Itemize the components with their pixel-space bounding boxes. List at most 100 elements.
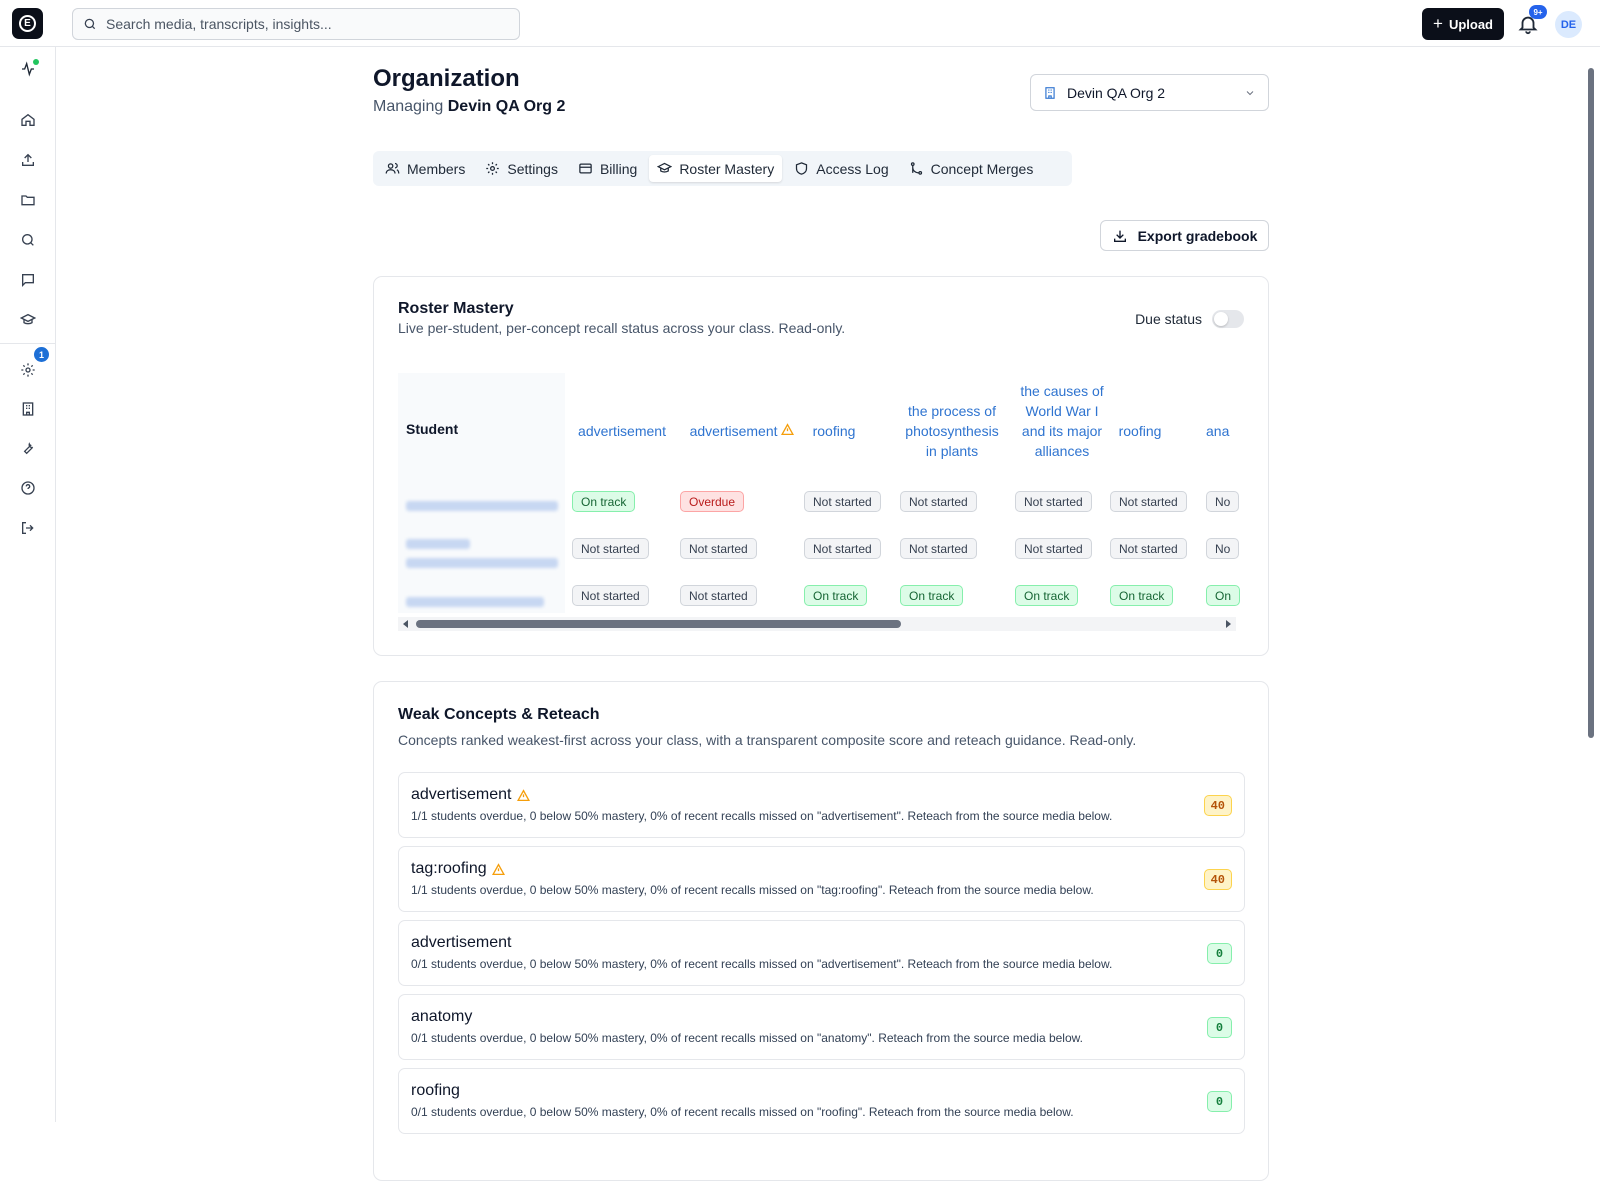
warning-icon <box>781 423 795 436</box>
card-icon <box>579 163 592 174</box>
chat-icon[interactable] <box>16 268 40 292</box>
concept-name-label: anatomy <box>411 1008 473 1025</box>
student-email-redacted[interactable] <box>406 558 558 568</box>
concept-name-label: advertisement <box>411 786 512 803</box>
concept-name: advertisement <box>411 786 530 804</box>
concept-name: advertisement <box>411 934 512 952</box>
concept-name: roofing <box>411 1082 460 1100</box>
concept-name-label: tag:roofing <box>411 860 487 877</box>
gear-icon[interactable] <box>16 358 40 382</box>
student-header: Student <box>406 421 459 437</box>
concept-description: 1/1 students overdue, 0 below 50% master… <box>411 883 1094 897</box>
sidebar: 1 <box>0 47 56 1122</box>
tab-members[interactable]: Members <box>377 155 473 182</box>
status-badge: On track <box>1015 585 1079 606</box>
concept-name: anatomy <box>411 1008 472 1026</box>
status-badge: On <box>1206 585 1241 606</box>
graduation-cap-icon[interactable] <box>16 308 40 332</box>
concept-name-label: advertisement <box>411 934 512 951</box>
grid-horizontal-scrollbar[interactable] <box>398 617 1236 631</box>
app-logo[interactable]: E <box>12 8 43 39</box>
status-badge: No <box>1206 491 1240 512</box>
tab-billing-label: Billing <box>599 160 638 177</box>
student-column <box>398 373 565 613</box>
tab-roster-mastery[interactable]: Roster Mastery <box>649 155 783 182</box>
concept-item[interactable]: roofing 0/1 students overdue, 0 below 50… <box>398 1068 1245 1134</box>
org-tabs: Members Settings Billing Roster Mastery … <box>373 151 1072 186</box>
roster-mastery-subtitle: Live per-student, per-concept recall sta… <box>398 320 846 336</box>
help-icon[interactable] <box>16 476 40 500</box>
sidebar-divider <box>0 343 56 344</box>
top-bar: E + Upload 9+ DE <box>0 0 1600 47</box>
upload-button[interactable]: + Upload <box>1422 8 1504 40</box>
scroll-left-icon[interactable] <box>403 620 408 628</box>
student-email-redacted[interactable] <box>406 597 544 607</box>
export-gradebook-button[interactable]: Export gradebook <box>1100 220 1269 251</box>
concept-description: 0/1 students overdue, 0 below 50% master… <box>411 1031 1083 1045</box>
grid-scrollbar-thumb[interactable] <box>416 620 901 628</box>
tab-concept-merges[interactable]: Concept Merges <box>901 155 1042 182</box>
page-scrollbar-thumb[interactable] <box>1588 68 1594 738</box>
search-input[interactable] <box>106 16 506 32</box>
concept-score-badge: 0 <box>1207 1017 1232 1038</box>
status-badge: Not started <box>680 538 757 559</box>
status-badge: On track <box>572 491 636 512</box>
wrench-icon[interactable] <box>16 436 40 460</box>
concept-column-header[interactable]: the process of photosynthesis in plants <box>900 401 1004 461</box>
tab-access-log[interactable]: Access Log <box>786 155 896 182</box>
building-icon <box>1045 86 1055 99</box>
concept-description: 1/1 students overdue, 0 below 50% master… <box>411 809 1113 823</box>
scroll-right-icon[interactable] <box>1226 620 1231 628</box>
home-icon[interactable] <box>16 108 40 132</box>
users-icon <box>385 162 400 174</box>
logout-icon[interactable] <box>16 516 40 540</box>
concept-score-badge: 40 <box>1203 869 1232 890</box>
concept-column-label: roofing <box>1118 423 1162 439</box>
upload-icon[interactable] <box>16 148 40 172</box>
gear-icon <box>486 162 500 175</box>
concept-column-header[interactable]: ana <box>1206 421 1246 441</box>
building-icon[interactable] <box>16 397 40 421</box>
org-selector[interactable]: Devin QA Org 2 <box>1030 74 1269 111</box>
student-email-redacted[interactable] <box>406 501 558 511</box>
concept-column-label: the process of photosynthesis in plants <box>905 403 999 459</box>
page-scrollbar[interactable] <box>1585 60 1597 1122</box>
folder-icon[interactable] <box>16 188 40 212</box>
concept-column-header[interactable]: advertisement <box>572 421 672 441</box>
concept-column-header[interactable]: the causes of World War I and its major … <box>1015 381 1109 461</box>
notification-badge: 9+ <box>1529 5 1547 19</box>
concept-column-header[interactable]: roofing <box>1110 421 1170 441</box>
concept-column-label: advertisement <box>578 423 666 439</box>
tab-billing[interactable]: Billing <box>570 155 645 182</box>
search-icon[interactable] <box>16 228 40 252</box>
status-badge: Not started <box>900 538 977 559</box>
student-email-redacted[interactable] <box>406 539 470 549</box>
due-status-toggle[interactable] <box>1212 310 1244 328</box>
concept-item[interactable]: tag:roofing 1/1 students overdue, 0 belo… <box>398 846 1245 912</box>
status-badge: Not started <box>1110 491 1187 512</box>
concept-column-label: advertisement <box>689 423 778 439</box>
logo-mark: E <box>19 15 36 32</box>
status-badge: Not started <box>572 585 649 606</box>
tab-roster-mastery-label: Roster Mastery <box>679 160 775 177</box>
concept-item[interactable]: advertisement 0/1 students overdue, 0 be… <box>398 920 1245 986</box>
weak-concepts-title: Weak Concepts & Reteach <box>398 706 600 723</box>
export-gradebook-label: Export gradebook <box>1137 227 1258 244</box>
merge-icon <box>910 162 922 175</box>
global-search[interactable] <box>72 8 520 40</box>
concept-column-header[interactable]: advertisement <box>680 421 804 441</box>
concept-item[interactable]: anatomy 0/1 students overdue, 0 below 50… <box>398 994 1245 1060</box>
avatar[interactable]: DE <box>1555 11 1582 38</box>
roster-mastery-card: Roster Mastery Live per-student, per-con… <box>373 276 1269 656</box>
concept-column-header[interactable]: roofing <box>804 421 864 441</box>
managing-prefix: Managing <box>373 98 444 115</box>
activity-icon[interactable] <box>16 57 40 81</box>
roster-grid: Student advertisement advertisement roof… <box>398 373 1246 637</box>
chevron-down-icon <box>1246 90 1254 95</box>
status-badge: Not started <box>900 491 977 512</box>
plus-icon: + <box>1433 14 1443 33</box>
tab-settings-label: Settings <box>507 160 558 177</box>
status-badge: On track <box>900 585 964 606</box>
tab-settings[interactable]: Settings <box>477 155 566 182</box>
concept-item[interactable]: advertisement 1/1 students overdue, 0 be… <box>398 772 1245 838</box>
